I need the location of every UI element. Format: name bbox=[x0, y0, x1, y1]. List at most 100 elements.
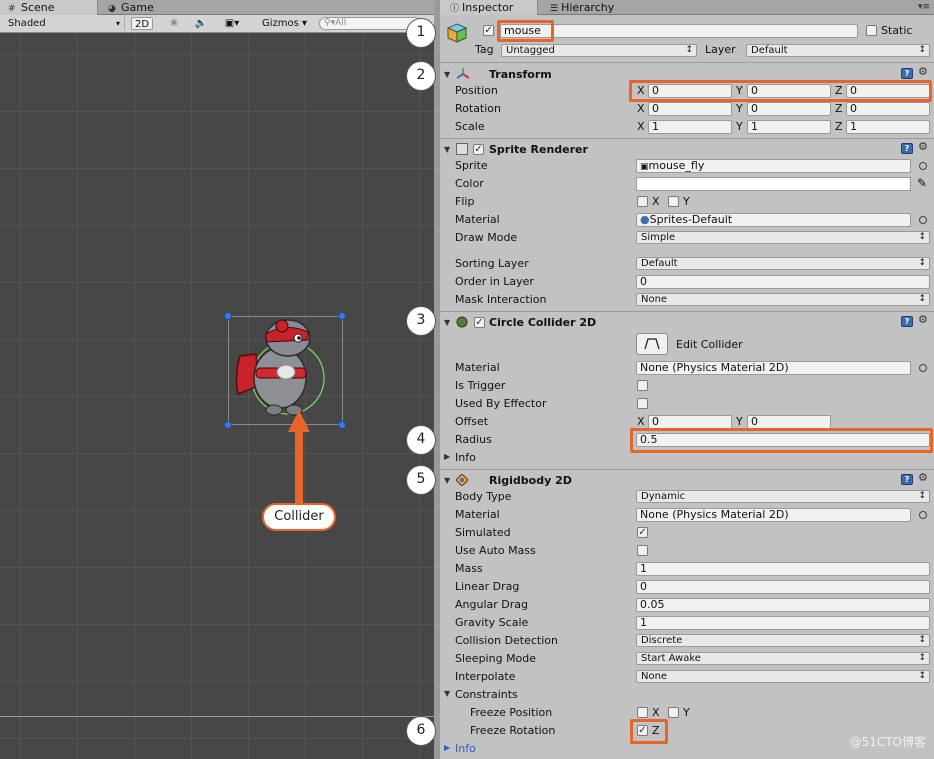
object-picker-icon[interactable] bbox=[919, 162, 927, 170]
collision-detection-label: Collision Detection bbox=[455, 634, 559, 647]
flip-x-checkbox[interactable] bbox=[637, 196, 648, 207]
fold-arrow-icon[interactable]: ▼ bbox=[444, 70, 450, 79]
body-type-dropdown[interactable]: Dynamic bbox=[636, 490, 930, 503]
panel-menu-icon[interactable]: ▾≡ bbox=[918, 2, 930, 12]
used-by-effector-checkbox[interactable] bbox=[637, 398, 648, 409]
collider-material-field[interactable]: None (Physics Material 2D) bbox=[636, 361, 911, 375]
step-badge-1: 1 bbox=[406, 18, 436, 48]
sprite-asset-icon: ▣ bbox=[640, 162, 649, 172]
freeze-position-x-checkbox[interactable] bbox=[637, 707, 648, 718]
rigidbody-icon bbox=[456, 474, 468, 486]
rotation-label: Rotation bbox=[455, 102, 502, 115]
fold-arrow-icon[interactable]: ▼ bbox=[444, 689, 450, 698]
tab-hierarchy[interactable]: ☰ Hierarchy bbox=[540, 0, 630, 15]
sprite-renderer-title: Sprite Renderer bbox=[489, 143, 588, 156]
sprite-label: Sprite bbox=[455, 159, 488, 172]
step-badge-6: 6 bbox=[406, 716, 436, 746]
list-icon: ☰ bbox=[550, 4, 559, 14]
order-in-layer-input[interactable]: 0 bbox=[636, 275, 930, 289]
material-sphere-icon: ● bbox=[640, 213, 650, 226]
interpolate-label: Interpolate bbox=[455, 670, 516, 683]
fold-arrow-icon[interactable]: ▼ bbox=[444, 318, 450, 327]
linear-drag-label: Linear Drag bbox=[455, 580, 520, 593]
step-badge-5: 5 bbox=[406, 465, 436, 495]
help-icon[interactable]: ? bbox=[901, 68, 913, 79]
inspector-tabbar: ⓘ Inspector ☰ Hierarchy ▾≡ bbox=[440, 0, 934, 15]
info-icon: ⓘ bbox=[450, 4, 460, 14]
static-checkbox[interactable] bbox=[866, 25, 877, 36]
sprite-field[interactable]: ▣mouse_fly bbox=[636, 159, 911, 173]
sleeping-mode-dropdown[interactable]: Start Awake bbox=[636, 652, 930, 665]
circle-collider-title: Circle Collider 2D bbox=[489, 316, 597, 329]
linear-drag-input[interactable]: 0 bbox=[636, 580, 930, 594]
mask-interaction-label: Mask Interaction bbox=[455, 293, 547, 306]
gear-icon[interactable]: ⚙ bbox=[918, 140, 928, 153]
rb-material-field[interactable]: None (Physics Material 2D) bbox=[636, 508, 911, 522]
rotation-z-input[interactable]: 0 bbox=[846, 102, 930, 116]
transform-title: Transform bbox=[489, 68, 552, 81]
help-icon[interactable]: ? bbox=[901, 316, 913, 327]
offset-y-input[interactable]: 0 bbox=[747, 415, 831, 429]
object-picker-icon[interactable] bbox=[919, 511, 927, 519]
tag-dropdown[interactable]: Untagged bbox=[501, 44, 697, 57]
scale-x-input[interactable]: 1 bbox=[648, 120, 732, 134]
draw-mode-dropdown[interactable]: Simple bbox=[636, 231, 930, 244]
edit-collider-label: Edit Collider bbox=[676, 338, 743, 351]
transform-icon bbox=[457, 68, 469, 79]
eyedropper-icon[interactable]: ✎ bbox=[917, 176, 927, 190]
help-icon[interactable]: ? bbox=[901, 474, 913, 485]
object-picker-icon[interactable] bbox=[919, 216, 927, 224]
fold-arrow-right-icon[interactable]: ▶ bbox=[444, 743, 450, 752]
scale-y-input[interactable]: 1 bbox=[747, 120, 831, 134]
rotation-x-input[interactable]: 0 bbox=[648, 102, 732, 116]
gear-icon[interactable]: ⚙ bbox=[918, 313, 928, 326]
sprite-material-field[interactable]: ●Sprites-Default bbox=[636, 213, 911, 227]
sprite-renderer-enabled-checkbox[interactable]: ✓ bbox=[473, 144, 484, 155]
order-in-layer-label: Order in Layer bbox=[455, 275, 534, 288]
object-picker-icon[interactable] bbox=[919, 364, 927, 372]
gameobject-cube-icon bbox=[446, 23, 468, 43]
gear-icon[interactable]: ⚙ bbox=[918, 65, 928, 78]
interpolate-dropdown[interactable]: None bbox=[636, 670, 930, 683]
circle-collider-icon bbox=[456, 316, 468, 328]
simulated-checkbox[interactable]: ✓ bbox=[637, 527, 648, 538]
help-icon[interactable]: ? bbox=[901, 143, 913, 154]
rb-info-label[interactable]: Info bbox=[455, 742, 476, 756]
collider-callout: Collider bbox=[262, 503, 336, 531]
gravity-scale-input[interactable]: 1 bbox=[636, 616, 930, 630]
fold-arrow-right-icon[interactable]: ▶ bbox=[444, 452, 450, 461]
rotation-y-input[interactable]: 0 bbox=[747, 102, 831, 116]
mask-interaction-dropdown[interactable]: None bbox=[636, 293, 930, 306]
offset-x-input[interactable]: 0 bbox=[648, 415, 732, 429]
angular-drag-input[interactable]: 0.05 bbox=[636, 598, 930, 612]
callout-arrow-icon bbox=[288, 410, 310, 503]
offset-label: Offset bbox=[455, 415, 489, 428]
use-auto-mass-checkbox[interactable] bbox=[637, 545, 648, 556]
step-badge-4: 4 bbox=[406, 425, 436, 455]
fold-arrow-icon[interactable]: ▼ bbox=[444, 476, 450, 485]
active-checkbox[interactable]: ✓ bbox=[483, 25, 494, 36]
color-field[interactable] bbox=[636, 177, 911, 191]
mass-input[interactable]: 1 bbox=[636, 562, 930, 576]
gear-icon[interactable]: ⚙ bbox=[918, 471, 928, 484]
tab-inspector[interactable]: ⓘ Inspector bbox=[440, 0, 538, 15]
collider-info-label[interactable]: Info bbox=[455, 451, 476, 465]
mass-label: Mass bbox=[455, 562, 483, 575]
radius-label: Radius bbox=[455, 433, 492, 446]
collision-detection-dropdown[interactable]: Discrete bbox=[636, 634, 930, 647]
circle-collider-enabled-checkbox[interactable]: ✓ bbox=[474, 317, 485, 328]
fold-arrow-icon[interactable]: ▼ bbox=[444, 145, 450, 154]
layer-dropdown[interactable]: Default bbox=[746, 44, 930, 57]
edit-collider-button[interactable] bbox=[636, 333, 668, 355]
edit-collider-icon bbox=[644, 338, 660, 350]
is-trigger-checkbox[interactable] bbox=[637, 380, 648, 391]
sprite-material-label: Material bbox=[455, 213, 500, 226]
sprite-renderer-icon bbox=[456, 143, 468, 155]
freeze-position-y-checkbox[interactable] bbox=[668, 707, 679, 718]
step-badge-3: 3 bbox=[406, 306, 436, 336]
scale-z-input[interactable]: 1 bbox=[846, 120, 930, 134]
simulated-label: Simulated bbox=[455, 526, 511, 539]
flip-y-checkbox[interactable] bbox=[668, 196, 679, 207]
sorting-layer-dropdown[interactable]: Default bbox=[636, 257, 930, 270]
static-label: Static bbox=[881, 24, 913, 37]
